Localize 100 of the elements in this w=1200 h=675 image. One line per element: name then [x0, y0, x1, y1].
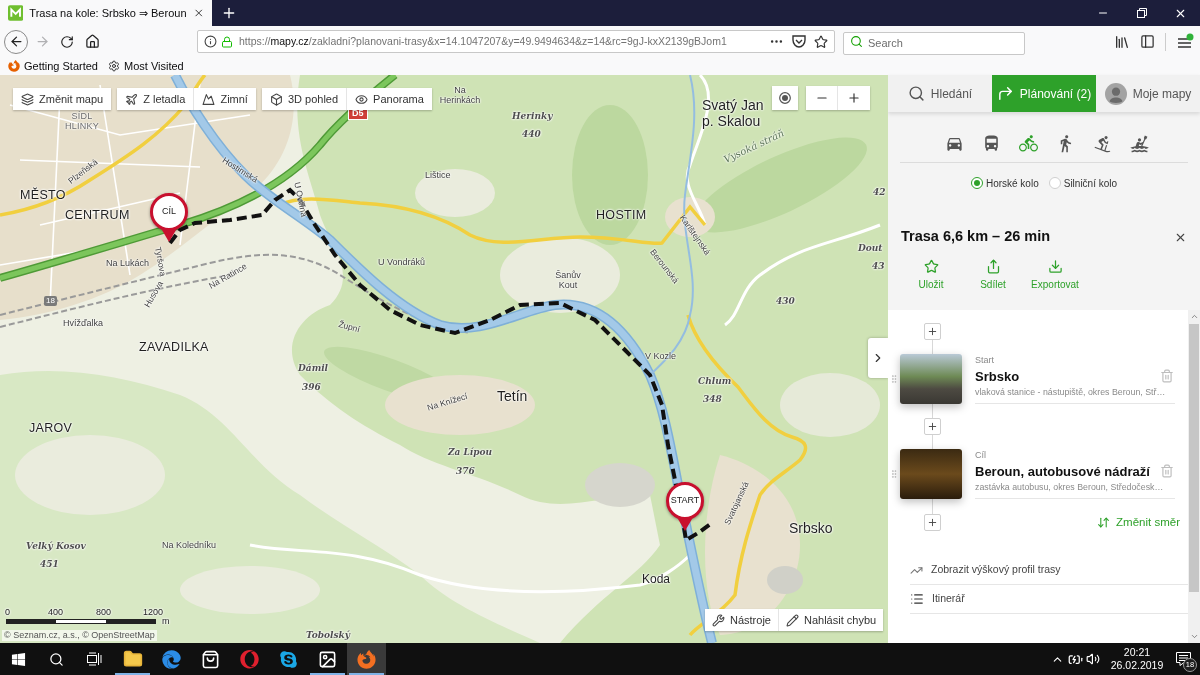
elevation-label: 440: [522, 129, 541, 139]
url-text: https://mapy.cz/zakladni?planovani-trasy&x=14.1047207&y=49.9494634&z=14&rc=9gJ-kxX2139gBJom1: [239, 33, 727, 49]
place-label: Lištice: [425, 170, 451, 180]
place-label: Tetín: [497, 388, 528, 404]
quarry-area: [585, 463, 655, 507]
reverse-route-button[interactable]: Změnit směr: [1097, 513, 1180, 532]
waypoint-name[interactable]: Beroun, autobusové nádraží: [975, 464, 1175, 479]
waypoint-name[interactable]: Srbsko: [975, 369, 1175, 384]
scrollbar[interactable]: [1188, 310, 1200, 643]
turn-arrow-icon: [996, 85, 1014, 102]
photo-placeholder[interactable]: [900, 354, 962, 404]
place-label: ZAVADILKA: [139, 340, 209, 354]
address-bar[interactable]: https://mapy.cz/zakladni?planovani-trasy&x=14.1047207&y=49.9494634&z=14&rc=9gJ-kxX2139gBJom1: [197, 30, 835, 53]
browser-tab[interactable]: Trasa na kole: Srbsko ⇒ Beroun: [0, 0, 212, 26]
drag-handle-icon[interactable]: [889, 372, 899, 386]
scroll-up-icon[interactable]: [1189, 312, 1199, 321]
street-label: Župní: [337, 319, 361, 335]
scale-label: 800: [96, 607, 112, 617]
place-label: V Kozle: [645, 351, 677, 361]
place-label: Svatý Jan p. Skalou: [702, 97, 764, 129]
plus-icon: [847, 91, 861, 105]
avatar-icon: [1104, 82, 1127, 105]
zoom-in-button[interactable]: [838, 86, 870, 110]
scroll-down-icon[interactable]: [1189, 632, 1199, 641]
search-icon: [48, 651, 64, 667]
drag-handle-icon[interactable]: [889, 467, 899, 481]
share-icon: [985, 259, 1001, 274]
hill-label: Velký Kosov: [26, 541, 86, 551]
sidebar-icon[interactable]: [1140, 34, 1155, 49]
close-icon[interactable]: [192, 7, 204, 19]
place-label: Koda: [642, 572, 671, 586]
panel-link[interactable]: Zobrazit výškový profil trasy: [910, 556, 1188, 585]
place-label: Na Koledníku: [162, 540, 217, 550]
scale-label: 1200: [143, 607, 164, 617]
library-icon[interactable]: [1114, 33, 1130, 50]
panel-link[interactable]: Itinerář: [910, 585, 1188, 614]
map-toolbar-button[interactable]: Zimní: [193, 88, 256, 110]
hill-label: Dámil: [298, 363, 328, 373]
place-label: HOSTIM: [596, 208, 647, 222]
hill-label: Herinky: [512, 111, 553, 121]
home-icon: [84, 34, 100, 49]
map-toolbar-button[interactable]: Změnit mapu: [13, 88, 112, 110]
scale-label: 400: [48, 607, 64, 617]
map-toolbar-button[interactable]: Panorama: [346, 88, 432, 110]
map-tool-button[interactable]: Nástroje: [705, 609, 778, 631]
plane-icon: [125, 92, 139, 106]
cube-icon: [269, 92, 283, 106]
add-waypoint-button[interactable]: [924, 514, 941, 531]
map-tool-button[interactable]: Nahlásit chybu: [777, 609, 884, 631]
shield-icon[interactable]: [792, 35, 806, 48]
place-label: JAROV: [29, 421, 73, 435]
shopping-bag-icon: [201, 649, 220, 669]
search-icon: [850, 35, 863, 48]
bike-type-radio[interactable]: Silniční kolo: [1048, 175, 1118, 191]
locate-button[interactable]: [772, 86, 798, 110]
plus-icon: [927, 421, 938, 432]
bookmark-link[interactable]: Getting Started: [8, 57, 98, 75]
bike-type-radio[interactable]: Horské kolo: [970, 175, 1039, 191]
route-summary-title: Trasa 6,6 km – 26 min: [901, 227, 1051, 247]
fox-logo-icon: [357, 649, 376, 669]
map-toolbar-button[interactable]: 3D pohled: [261, 88, 347, 110]
elevation-label: 430: [776, 296, 795, 306]
bicycle-icon: [1018, 133, 1038, 153]
e-logo-icon: [162, 649, 181, 669]
star-icon: [923, 259, 939, 274]
plus-icon: [927, 326, 938, 337]
list-icon: [910, 592, 924, 606]
map-toolbar-button[interactable]: Z letadla: [117, 88, 194, 110]
hill-label: Tobolský: [306, 630, 350, 640]
elevation-label: 42: [873, 187, 886, 197]
panel-tab[interactable]: Moje mapy: [1096, 75, 1200, 112]
trash-icon: [1160, 369, 1174, 383]
restore-icon: [1136, 8, 1147, 18]
lock-icon[interactable]: [221, 35, 233, 48]
hill-label: Dout: [858, 243, 883, 253]
info-icon[interactable]: [204, 35, 217, 48]
plus-icon: [927, 517, 938, 528]
trash-icon: [1160, 464, 1174, 478]
start-icon: [11, 651, 26, 667]
add-waypoint-button[interactable]: [924, 418, 941, 435]
hill-label: Za Lípou: [448, 447, 493, 457]
bookmark-link[interactable]: Most Visited: [108, 57, 184, 75]
fox-logo-icon: [8, 60, 20, 72]
map-attribution: © Seznam.cz, a.s., © OpenStreetMap: [2, 630, 157, 641]
elevation-label: 451: [40, 559, 59, 569]
clock-button[interactable]: 20:21 26.02.2019: [1108, 643, 1166, 675]
search-field[interactable]: Search: [843, 31, 1025, 55]
panel-tab[interactable]: Hledání: [888, 75, 992, 112]
layers-icon: [21, 92, 34, 106]
picture-icon: [318, 649, 337, 669]
skier-icon: [1092, 133, 1112, 153]
waypoint-role: Start: [975, 355, 995, 366]
add-waypoint-button[interactable]: [924, 323, 941, 340]
place-label: CENTRUM: [65, 208, 130, 222]
eye-icon: [355, 92, 369, 106]
folder-icon: [122, 649, 143, 669]
menu-icon[interactable]: [1176, 32, 1194, 51]
waypoint-description: vlaková stanice - nástupiště, okres Beroun, Stř…: [975, 387, 1167, 398]
star-icon[interactable]: [814, 34, 828, 49]
railway-sign: 18: [44, 296, 57, 306]
